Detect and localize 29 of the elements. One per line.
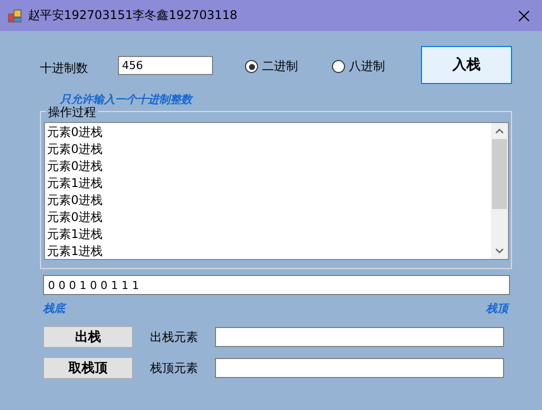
push-button[interactable]: 入栈 bbox=[421, 46, 512, 84]
stack-output-field[interactable]: 0 0 0 1 0 0 1 1 1 bbox=[43, 275, 510, 295]
scroll-thumb[interactable] bbox=[492, 139, 507, 209]
action-button[interactable]: 出栈 bbox=[43, 326, 133, 348]
radio-button[interactable]: 八进制 bbox=[332, 58, 385, 75]
list-item: 元素1进栈 bbox=[47, 175, 104, 192]
action-button[interactable]: 取栈顶 bbox=[43, 357, 133, 379]
log-list[interactable]: 元素0进栈 元素0进栈 元素0进栈 元素1进栈 元素0进栈 元素0进栈 元素1进栈 元素1进栈 bbox=[44, 122, 509, 260]
list-item: 元素0进栈 bbox=[47, 192, 104, 209]
list-item: 元素0进栈 bbox=[47, 158, 104, 175]
input-field[interactable] bbox=[215, 327, 504, 347]
stack-top-label: 栈顶 bbox=[486, 301, 508, 316]
group-title: 操作过程 bbox=[46, 104, 98, 121]
stack-bottom-label: 栈底 bbox=[43, 301, 65, 316]
list-item: 元素0进栈 bbox=[47, 141, 104, 158]
close-icon[interactable] bbox=[518, 10, 530, 22]
list-item: 元素1进栈 bbox=[47, 243, 104, 260]
scrollbar[interactable] bbox=[491, 123, 508, 259]
window-title: 赵平安192703151李冬鑫192703118 bbox=[28, 7, 238, 24]
field-label: 栈顶元素 bbox=[150, 360, 199, 376]
list-item: 元素0进栈 bbox=[47, 209, 104, 226]
list-item: 元素0进栈 bbox=[47, 124, 104, 141]
field-label: 出栈元素 bbox=[150, 328, 199, 346]
decimal-input[interactable]: 456 bbox=[118, 56, 213, 75]
input-field[interactable] bbox=[215, 358, 504, 378]
decimal-label: 十进制数 bbox=[40, 60, 89, 77]
app-icon bbox=[8, 8, 22, 22]
radio-button[interactable]: 二进制 bbox=[245, 58, 298, 75]
list-item: 元素1进栈 bbox=[47, 226, 104, 243]
